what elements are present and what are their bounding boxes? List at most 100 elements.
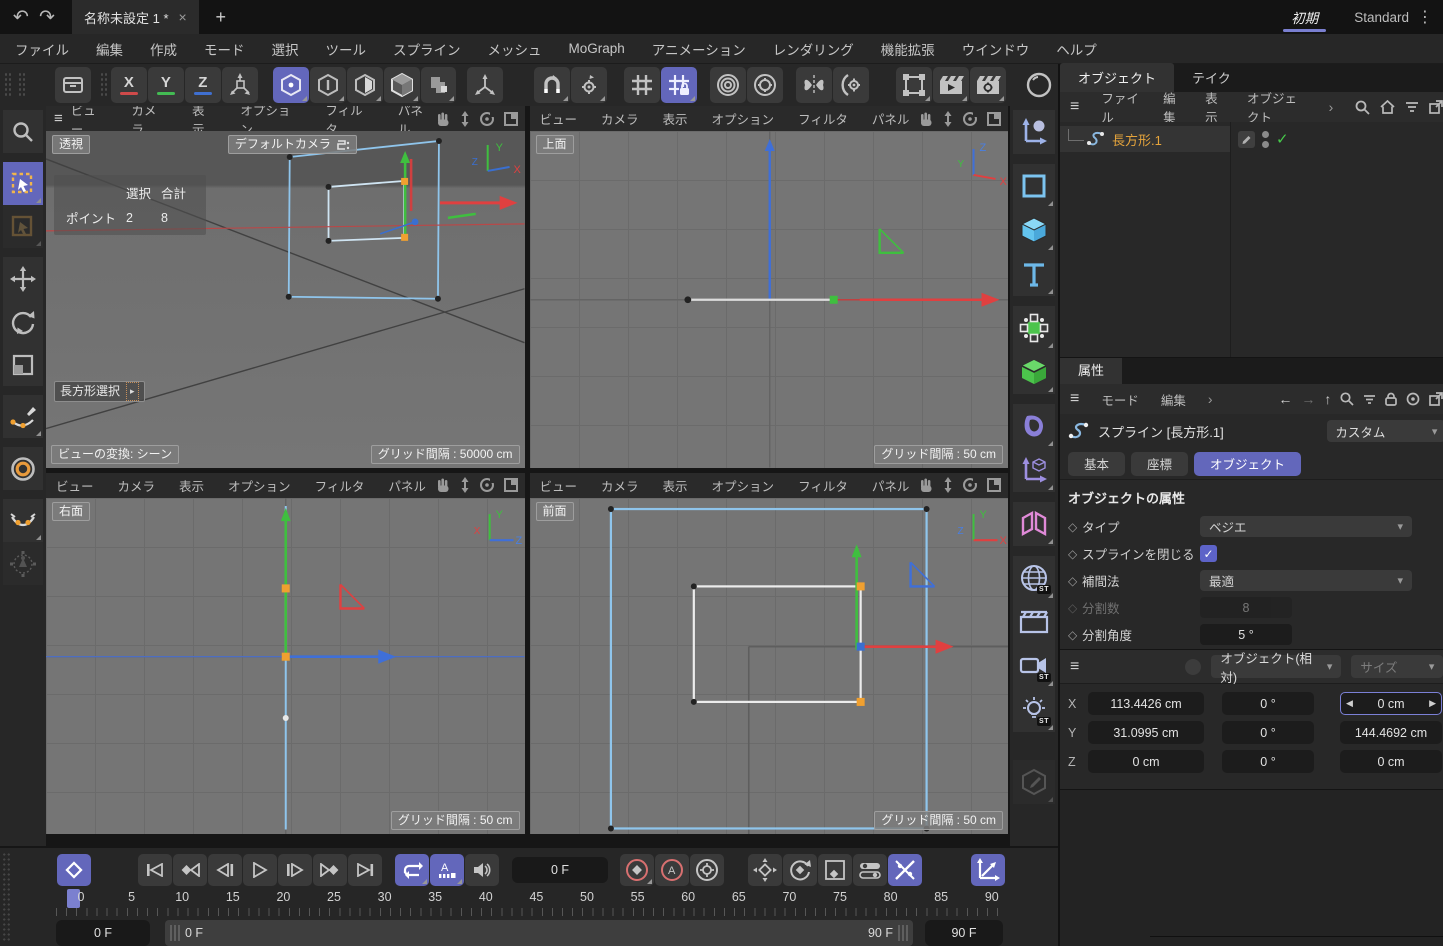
redo-icon[interactable]: ↷ [36,6,58,29]
filter-icon[interactable] [1405,101,1419,113]
subdivision-surface-button[interactable] [1013,306,1055,350]
bend-deformer-button[interactable] [1013,404,1055,448]
key-rotation-toggle[interactable] [783,854,817,886]
undo-icon[interactable]: ↶ [10,6,32,29]
popout-icon[interactable] [1429,100,1443,114]
tab-attributes[interactable]: 属性 [1060,355,1122,384]
dolly-zoom-icon[interactable] [942,477,954,493]
quantize-button[interactable] [624,67,660,103]
lock-workplane-button[interactable] [661,67,697,103]
attribute-field-3[interactable]: 8 [1200,597,1292,618]
live-selection-tool-button[interactable] [3,205,43,248]
menu-item-2[interactable]: 作成 [150,39,177,59]
menu-item-0[interactable]: ファイル [15,39,69,59]
orbit-icon[interactable] [962,477,978,493]
viewport-menu-item-0[interactable]: ビュー [56,476,94,495]
mirror-tool-button[interactable] [796,67,832,103]
undo-box-button[interactable] [55,67,91,103]
play-button[interactable] [243,854,277,886]
orbit-icon[interactable] [479,111,495,127]
viewport-top-canvas[interactable]: Z X Y 上面 グリッド間隔 : 50 cm [530,131,1009,468]
rotation-y-field[interactable]: 0 ° [1222,721,1314,744]
coordinate-mode-dropdown[interactable]: オブジェクト(相対) ▾ [1211,655,1341,678]
material-sphere-button[interactable] [1021,67,1057,103]
cube-primitive-button[interactable] [1013,208,1055,252]
lock-x-axis-button[interactable]: X [111,67,147,103]
size-y-field[interactable]: 144.4692 cm [1340,721,1442,744]
pan-hand-icon[interactable] [918,477,934,493]
target-icon[interactable] [1406,392,1420,406]
orbit-icon[interactable] [479,477,495,493]
orbit-icon[interactable] [962,111,978,127]
loop-playback-button[interactable] [395,854,429,886]
key-parameters-toggle[interactable] [853,854,887,886]
render-region-button[interactable] [896,67,932,103]
menu-item-13[interactable]: ヘルプ [1056,39,1097,59]
lock-z-axis-button[interactable]: Z [185,67,221,103]
maximize-view-icon[interactable] [503,111,519,127]
coordinates-apply-icon[interactable] [1185,659,1201,675]
om-menu-item-1[interactable]: 編集 [1163,88,1183,126]
polygons-mode-button[interactable] [347,67,383,103]
material-editor-button[interactable] [1013,760,1055,804]
object-name[interactable]: 長方形.1 [1112,130,1162,149]
expand-diamond-icon[interactable]: ◇ [1068,520,1082,534]
text-spline-button[interactable] [1013,252,1055,296]
menu-overflow-icon[interactable]: › [1329,99,1334,115]
camera-menu-icon[interactable] [336,139,350,151]
model-mode-button[interactable] [384,67,420,103]
toolbar-grip[interactable] [18,72,26,98]
rotate-tool-button[interactable] [3,300,43,343]
new-tab-button[interactable]: + [209,7,233,28]
viewport-menu-icon[interactable]: ≡ [54,110,63,127]
goto-start-button[interactable] [138,854,172,886]
panel-menu-icon[interactable]: ≡ [1070,98,1079,116]
viewport-menu-item-5[interactable]: パネル [388,476,426,495]
tool-tag-arrow-icon[interactable]: ▸ [126,382,139,401]
size-z-field[interactable]: 0 cm [1340,750,1442,773]
search-icon[interactable] [1355,100,1370,115]
size-x-field[interactable]: 0 cm◀▶ [1340,692,1442,715]
om-menu-item-2[interactable]: 表示 [1205,88,1225,126]
filter-icon[interactable] [1363,394,1376,405]
attribute-select-0[interactable]: ベジエ▾ [1200,516,1412,537]
range-start-field[interactable]: 0 F [56,920,150,946]
current-frame-field[interactable]: 0 F [512,857,608,883]
search-icon[interactable] [1340,392,1354,406]
attribute-checkbox-1[interactable]: ✓ [1200,545,1217,562]
viewport-menu-item-4[interactable]: フィルタ [798,109,848,128]
lock-y-axis-button[interactable]: Y [148,67,184,103]
attribute-select-2[interactable]: 最適▾ [1200,570,1412,591]
camera-label[interactable]: デフォルトカメラ [228,135,357,154]
viewport-menu-item-1[interactable]: カメラ [118,476,156,495]
attribute-tab-1[interactable]: 座標 [1131,452,1188,476]
preview-range-slider[interactable]: 0 F 90 F [165,920,913,946]
popout-icon[interactable] [1429,392,1443,406]
make-editable-button[interactable] [710,67,746,103]
object-row-rectangle[interactable]: 長方形.1 [1060,126,1230,152]
rotation-x-field[interactable]: 0 ° [1222,692,1314,715]
position-x-field[interactable]: 113.4426 cm [1088,692,1204,715]
render-view-button[interactable] [933,67,969,103]
maximize-view-icon[interactable] [986,477,1002,493]
attribute-field-4[interactable]: 5 ° [1200,624,1292,645]
om-menu-item-3[interactable]: オブジェクト [1247,88,1307,126]
viewport-menu-item-1[interactable]: カメラ [601,476,639,495]
null-axis-button[interactable] [1013,448,1055,492]
visibility-dots-icon[interactable] [1262,131,1269,148]
find-tool-button[interactable] [3,110,43,153]
menu-item-9[interactable]: アニメーション [652,39,746,59]
keying-settings-button[interactable] [690,854,724,886]
layout-tab-initial[interactable]: 初期 [1289,0,1320,34]
goto-end-button[interactable] [348,854,382,886]
circle-spline-tool-button[interactable] [3,447,43,490]
spinner-left-icon[interactable]: ◀ [1346,698,1353,709]
viewport-menu-item-0[interactable]: ビュー [540,109,578,128]
expand-diamond-icon[interactable]: ◇ [1068,601,1082,615]
spline-pen-palette-button[interactable] [1013,110,1055,154]
om-menu-item-0[interactable]: ファイル [1101,88,1141,126]
menu-item-11[interactable]: 機能拡張 [881,39,935,59]
camera-object-button[interactable]: ST [1013,644,1055,688]
coordinate-system-button[interactable] [222,67,258,103]
viewport-menu-item-5[interactable]: パネル [872,109,910,128]
